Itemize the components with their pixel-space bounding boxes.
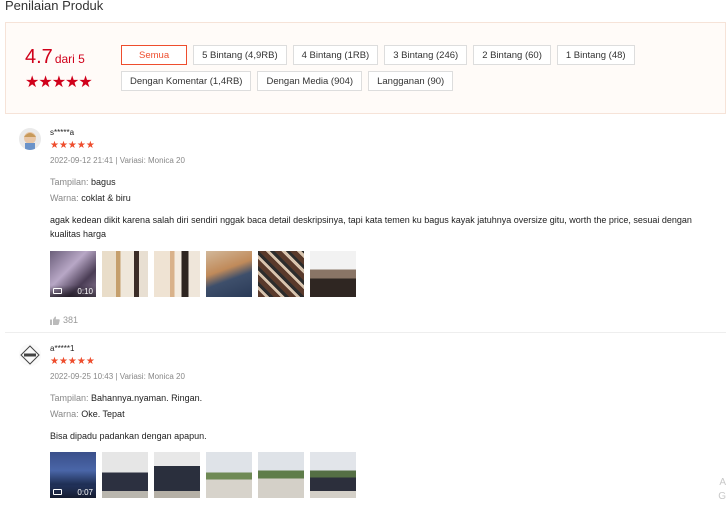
review-variation: Variasi: Monica 20: [119, 156, 185, 165]
review-like-button[interactable]: 381: [50, 315, 720, 325]
review-video-thumb[interactable]: 0:10: [50, 251, 96, 297]
filter-with-media[interactable]: Dengan Media (904): [257, 71, 363, 91]
review-stars: ★★★★★: [50, 140, 95, 151]
rating-suffix: dari 5: [54, 52, 85, 66]
avatar[interactable]: [19, 128, 41, 150]
video-duration: 0:10: [77, 286, 93, 296]
rating-value: 4.7: [25, 46, 53, 68]
review-attribute: Tampilan: bagus: [50, 176, 720, 188]
review-image-thumb[interactable]: [206, 452, 252, 498]
filter-4-star[interactable]: 4 Bintang (1RB): [292, 45, 379, 65]
avatar-image: [19, 128, 41, 150]
attribute-key: Tampilan:: [50, 393, 89, 403]
review-media: 0:10: [50, 251, 720, 297]
attribute-value: Bahannya.nyaman. Ringan.: [91, 393, 203, 403]
review-image-thumb[interactable]: [310, 452, 356, 498]
review-image-thumb[interactable]: [258, 251, 304, 297]
filter-all[interactable]: Semua: [121, 45, 188, 65]
review-image-thumb[interactable]: [206, 251, 252, 297]
review-meta: 2022-09-12 21:41 | Variasi: Monica 20: [50, 156, 185, 165]
review-video-thumb[interactable]: 0:07: [50, 452, 96, 498]
review-divider: [5, 332, 726, 333]
filter-5-star[interactable]: 5 Bintang (4,9RB): [193, 45, 287, 65]
video-camera-icon: [53, 489, 62, 495]
review-username[interactable]: a*****1: [50, 344, 720, 354]
filter-1-star[interactable]: 1 Bintang (48): [556, 45, 635, 65]
avatar[interactable]: [19, 344, 41, 366]
review-attribute: Warna: coklat & biru: [50, 192, 720, 204]
review-image-thumb[interactable]: [102, 251, 148, 297]
review-image-thumb[interactable]: [310, 251, 356, 297]
attribute-key: Tampilan:: [50, 177, 89, 187]
avatar-image: [19, 344, 41, 366]
side-overlay-text: A G: [718, 476, 726, 504]
side-text-line: G: [718, 491, 726, 502]
rating-summary: 4.7 dari 5 ★★★★★ Semua 5 Bintang (4,9RB) …: [5, 22, 726, 114]
filter-3-star[interactable]: 3 Bintang (246): [384, 45, 468, 65]
review-image-thumb[interactable]: [154, 452, 200, 498]
review-image-thumb[interactable]: [154, 251, 200, 297]
video-duration: 0:07: [77, 487, 93, 497]
attribute-key: Warna:: [50, 409, 79, 419]
filter-2-star[interactable]: 2 Bintang (60): [473, 45, 551, 65]
review-attribute: Tampilan: Bahannya.nyaman. Ringan.: [50, 392, 720, 404]
attribute-value: Oke. Tepat: [81, 409, 125, 419]
review-attribute: Warna: Oke. Tepat: [50, 408, 720, 420]
filter-with-comment[interactable]: Dengan Komentar (1,4RB): [121, 71, 252, 91]
filter-subscription[interactable]: Langganan (90): [368, 71, 454, 91]
rating-filters: Semua 5 Bintang (4,9RB) 4 Bintang (1RB) …: [121, 45, 721, 91]
review-date: 2022-09-25 10:43: [50, 372, 114, 381]
attribute-value: coklat & biru: [81, 193, 131, 203]
like-count: 381: [63, 315, 79, 325]
review-meta: 2022-09-25 10:43 | Variasi: Monica 20: [50, 372, 185, 381]
review-date: 2022-09-12 21:41: [50, 156, 114, 165]
review-stars: ★★★★★: [50, 356, 95, 367]
review-variation: Variasi: Monica 20: [119, 372, 185, 381]
review-username[interactable]: s*****a: [50, 128, 720, 138]
review-image-thumb[interactable]: [102, 452, 148, 498]
rating-stars: ★★★★★: [25, 74, 93, 91]
review-image-thumb[interactable]: [258, 452, 304, 498]
side-text-line: A: [719, 477, 726, 488]
video-camera-icon: [53, 288, 62, 294]
review-comment: Bisa dipadu padankan dengan apapun.: [50, 431, 207, 441]
review-media: 0:07: [50, 452, 720, 498]
attribute-value: bagus: [91, 177, 116, 187]
page-title: Penilaian Produk: [5, 0, 104, 13]
thumbs-up-icon: [50, 315, 60, 325]
attribute-key: Warna:: [50, 193, 79, 203]
overall-rating: 4.7 dari 5 ★★★★★: [25, 45, 105, 91]
review-comment: agak kedean dikit karena salah diri send…: [50, 215, 692, 239]
